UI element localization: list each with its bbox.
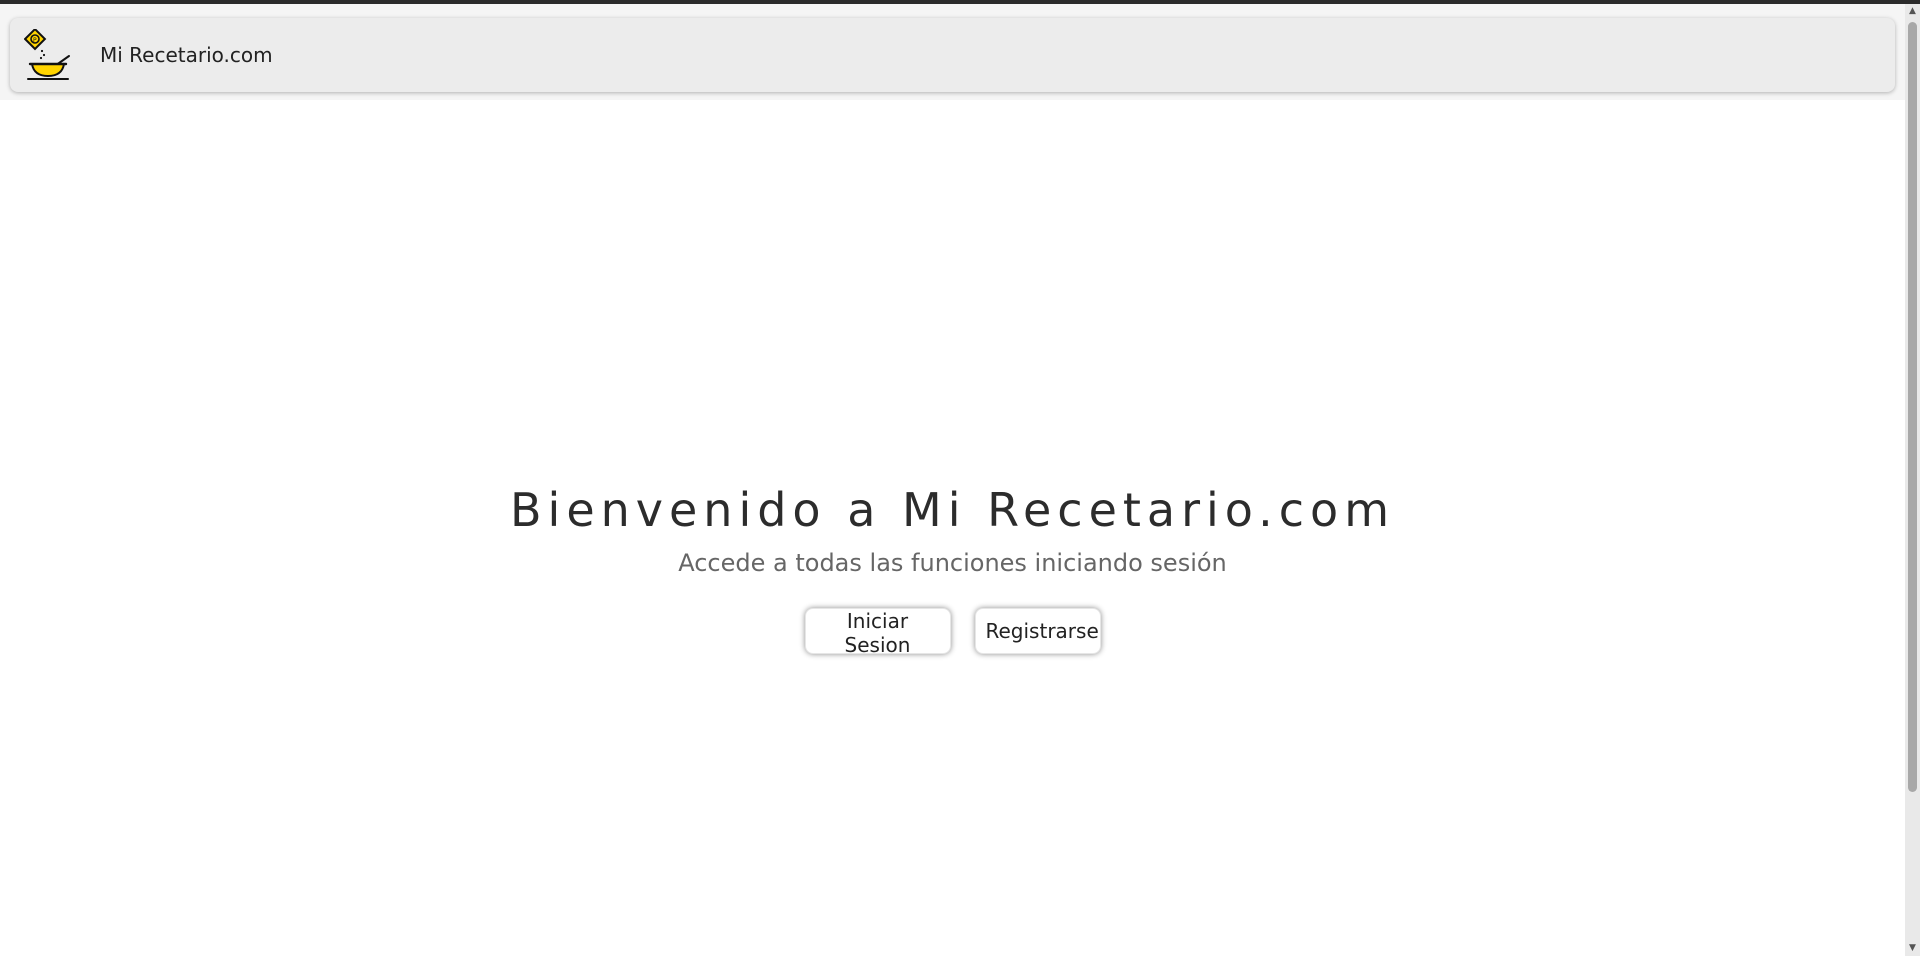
scrollbar-thumb[interactable]: [1908, 22, 1917, 792]
brand-link[interactable]: P Mi Recetario.com: [10, 18, 273, 92]
page-title: Bienvenido a Mi Recetario.com: [509, 483, 1396, 537]
auth-buttons: Iniciar Sesion Registrarse: [0, 608, 1905, 657]
brand-name: Mi Recetario.com: [100, 43, 273, 67]
recipe-bowl-logo-icon: P: [24, 29, 70, 80]
scroll-down-arrow-icon[interactable]: ▼: [1905, 941, 1920, 956]
page-viewport: P Mi Recetario.com Bienvenido a Mi Recet…: [0, 0, 1920, 956]
welcome-section: Bienvenido a Mi Recetario.com Accede a t…: [0, 470, 1905, 657]
navbar: P Mi Recetario.com: [10, 18, 1895, 92]
register-button[interactable]: Registrarse: [974, 608, 1101, 654]
scroll-up-arrow-icon[interactable]: ▲: [1905, 4, 1920, 19]
vertical-scrollbar[interactable]: ▲ ▼: [1905, 4, 1920, 956]
login-button[interactable]: Iniciar Sesion: [804, 608, 951, 657]
header-band: P Mi Recetario.com: [0, 4, 1905, 100]
page-subtitle: Accede a todas las funciones iniciando s…: [678, 549, 1227, 577]
svg-text:P: P: [33, 37, 37, 44]
